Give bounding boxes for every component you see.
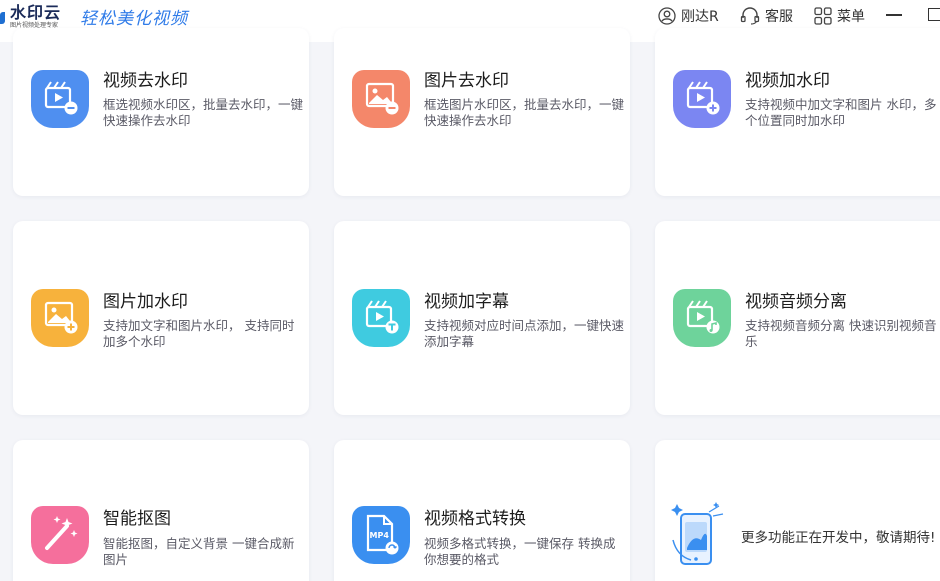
card-description: 框选视频水印区，批量去水印，一键快速操作去水印 — [103, 97, 304, 128]
logo-mark-icon — [0, 12, 5, 24]
video-audio-icon — [673, 289, 731, 347]
minimize-button[interactable] — [886, 14, 902, 16]
card-video-remove-watermark[interactable]: 视频去水印 框选视频水印区，批量去水印，一键快速操作去水印 — [13, 28, 309, 196]
card-title: 视频加字幕 — [424, 292, 509, 312]
smart-cutout-icon — [31, 506, 89, 564]
maximize-button[interactable] — [928, 8, 940, 21]
logo-title: 水印云 — [10, 3, 62, 22]
image-add-icon — [31, 289, 89, 347]
more-features-text: 更多功能正在开发中，敬请期待! — [741, 530, 936, 546]
app-slogan: 轻松美化视频 — [80, 9, 188, 29]
more-features-illustration-icon — [671, 502, 724, 565]
customer-service-button[interactable]: 客服 — [740, 6, 793, 26]
video-add-icon — [673, 70, 731, 128]
menu-button[interactable]: 菜单 — [814, 6, 865, 26]
card-description: 支持视频对应时间点添加，一键快速添加字幕 — [424, 318, 625, 349]
image-remove-icon — [352, 70, 410, 128]
user-account-button[interactable]: 刚达R — [658, 6, 719, 26]
menu-label: 菜单 — [837, 9, 865, 25]
card-description: 框选图片水印区，批量去水印，一键快速操作去水印 — [424, 97, 625, 128]
card-description: 视频多格式转换，一键保存 转换成你想要的格式 — [424, 536, 616, 567]
card-title: 视频格式转换 — [424, 509, 526, 529]
card-description: 支持视频中加文字和图片 水印，多个位置同时加水印 — [745, 97, 937, 128]
video-convert-icon: MP4 — [352, 506, 410, 564]
card-video-format-convert[interactable]: MP4 视频格式转换 视频多格式转换，一键保存 转换成你想要的格式 — [334, 440, 630, 581]
svg-text:MP4: MP4 — [370, 531, 390, 540]
user-name: 刚达R — [681, 9, 719, 25]
card-description: 智能抠图，自定义背景 一键合成新图片 — [103, 536, 295, 567]
card-video-add-watermark[interactable]: 视频加水印 支持视频中加文字和图片 水印，多个位置同时加水印 — [655, 28, 940, 196]
video-remove-icon — [31, 70, 89, 128]
customer-service-label: 客服 — [765, 9, 793, 25]
card-image-add-watermark[interactable]: 图片加水印 支持加文字和图片水印， 支持同时加多个水印 — [13, 221, 309, 415]
card-video-add-subtitle[interactable]: 视频加字幕 支持视频对应时间点添加，一键快速添加字幕 — [334, 221, 630, 415]
card-image-remove-watermark[interactable]: 图片去水印 框选图片水印区，批量去水印，一键快速操作去水印 — [334, 28, 630, 196]
card-title: 视频加水印 — [745, 71, 830, 91]
card-smart-cutout[interactable]: 智能抠图 智能抠图，自定义背景 一键合成新图片 — [13, 440, 309, 581]
grid-menu-icon — [814, 7, 832, 25]
user-icon — [658, 7, 676, 25]
card-title: 图片去水印 — [424, 71, 509, 91]
card-title: 视频音频分离 — [745, 292, 847, 312]
card-title: 视频去水印 — [103, 71, 188, 91]
headset-icon — [740, 7, 760, 25]
card-description: 支持视频音频分离 快速识别视频音乐 — [745, 318, 937, 349]
card-title: 智能抠图 — [103, 509, 171, 529]
card-title: 图片加水印 — [103, 292, 188, 312]
card-video-audio-separation[interactable]: 视频音频分离 支持视频音频分离 快速识别视频音乐 — [655, 221, 940, 415]
card-more-features: 更多功能正在开发中，敬请期待! — [655, 440, 940, 581]
video-subtitle-icon — [352, 289, 410, 347]
card-description: 支持加文字和图片水印， 支持同时加多个水印 — [103, 318, 295, 349]
